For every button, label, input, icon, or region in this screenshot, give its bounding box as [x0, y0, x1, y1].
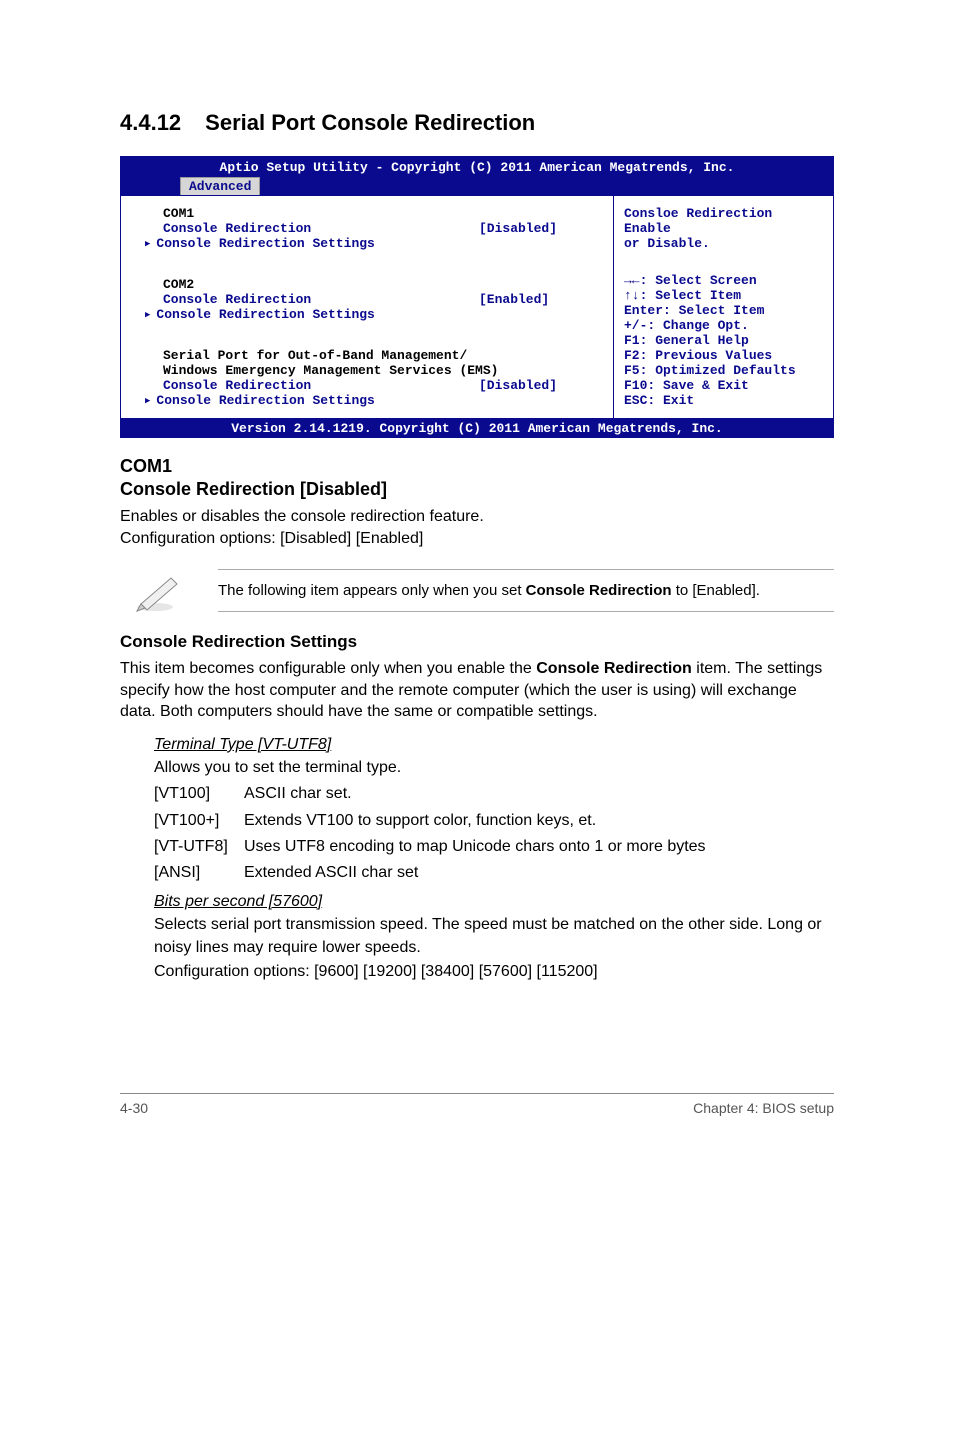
help-f2: F2: Previous Values [624, 348, 823, 363]
page-number: 4-30 [120, 1100, 148, 1116]
bios-footer: Version 2.14.1219. Copyright (C) 2011 Am… [120, 419, 834, 438]
section-title: Serial Port Console Redirection [205, 110, 535, 135]
serial-oob-line2: Windows Emergency Management Services (E… [135, 363, 599, 378]
bits-title: Bits per second [57600] [154, 890, 834, 913]
help-select-screen: →←: Select Screen [624, 273, 823, 288]
bits-desc: Selects serial port transmission speed. … [154, 913, 834, 959]
help-top-2: or Disable. [624, 236, 823, 251]
opt-vt100-key: [VT100] [154, 782, 244, 805]
crs-desc-bold: Console Redirection [536, 660, 692, 677]
tab-advanced[interactable]: Advanced [180, 177, 260, 195]
help-f5: F5: Optimized Defaults [624, 363, 823, 378]
bios-header: Aptio Setup Utility - Copyright (C) 2011… [120, 156, 834, 195]
bios-main-panel: COM1 Console Redirection [Disabled] Cons… [121, 196, 613, 418]
ems-settings-link[interactable]: Console Redirection Settings [135, 393, 599, 408]
note-text-pre: The following item appears only when you… [218, 582, 526, 599]
opt-ansi-val: Extended ASCII char set [244, 861, 418, 884]
pen-icon [130, 570, 186, 612]
term-type-desc: Allows you to set the terminal type. [154, 756, 834, 779]
bios-help-panel: Consloe Redirection Enable or Disable. →… [613, 196, 833, 418]
bios-setup-window: Aptio Setup Utility - Copyright (C) 2011… [120, 156, 834, 438]
term-type-title: Terminal Type [VT-UTF8] [154, 733, 834, 756]
help-top-1: Consloe Redirection Enable [624, 206, 823, 236]
com2-settings-link[interactable]: Console Redirection Settings [135, 307, 599, 322]
section-heading: 4.4.12 Serial Port Console Redirection [120, 110, 834, 136]
crs-heading: Console Redirection Settings [120, 632, 834, 652]
com2-settings-label: Console Redirection Settings [156, 307, 374, 322]
help-esc: ESC: Exit [624, 393, 823, 408]
crs-desc: This item becomes configurable only when… [120, 658, 834, 723]
opt-vtutf8-key: [VT-UTF8] [154, 835, 244, 858]
ems-console-redirection-value[interactable]: [Disabled] [479, 378, 599, 393]
section-number: 4.4.12 [120, 110, 181, 135]
com2-console-redirection-value[interactable]: [Enabled] [479, 292, 599, 307]
opt-vt100p-val: Extends VT100 to support color, function… [244, 809, 596, 832]
com1-subheading: Console Redirection [Disabled] [120, 479, 834, 500]
com1-desc-1: Enables or disables the console redirect… [120, 506, 834, 528]
page-footer: 4-30 Chapter 4: BIOS setup [120, 1093, 834, 1116]
opt-vtutf8-val: Uses UTF8 encoding to map Unicode chars … [244, 835, 706, 858]
note-text-bold: Console Redirection [526, 582, 672, 599]
serial-oob-line1: Serial Port for Out-of-Band Management/ [135, 348, 599, 363]
com1-settings-label: Console Redirection Settings [156, 236, 374, 251]
bits-opts: Configuration options: [9600] [19200] [3… [154, 960, 834, 983]
opt-vt100-val: ASCII char set. [244, 782, 352, 805]
note-text: The following item appears only when you… [218, 569, 834, 612]
com1-heading: COM1 [120, 456, 834, 477]
ems-console-redirection-label[interactable]: Console Redirection [163, 378, 479, 393]
chapter-label: Chapter 4: BIOS setup [693, 1100, 834, 1116]
bios-header-title: Aptio Setup Utility - Copyright (C) 2011… [120, 160, 834, 177]
com1-settings-link[interactable]: Console Redirection Settings [135, 236, 599, 251]
help-enter-select: Enter: Select Item [624, 303, 823, 318]
com2-label: COM2 [135, 277, 599, 292]
help-f10: F10: Save & Exit [624, 378, 823, 393]
help-f1: F1: General Help [624, 333, 823, 348]
com1-console-redirection-label[interactable]: Console Redirection [163, 221, 479, 236]
com1-label: COM1 [135, 206, 599, 221]
help-select-item: ↑↓: Select Item [624, 288, 823, 303]
opt-vt100p-key: [VT100+] [154, 809, 244, 832]
opt-ansi-key: [ANSI] [154, 861, 244, 884]
note-block: The following item appears only when you… [120, 569, 834, 612]
com1-desc-2: Configuration options: [Disabled] [Enabl… [120, 528, 834, 550]
crs-desc-pre: This item becomes configurable only when… [120, 660, 536, 677]
ems-settings-label: Console Redirection Settings [156, 393, 374, 408]
com2-console-redirection-label[interactable]: Console Redirection [163, 292, 479, 307]
help-change-opt: +/-: Change Opt. [624, 318, 823, 333]
com1-console-redirection-value[interactable]: [Disabled] [479, 221, 599, 236]
note-text-post: to [Enabled]. [672, 582, 760, 599]
